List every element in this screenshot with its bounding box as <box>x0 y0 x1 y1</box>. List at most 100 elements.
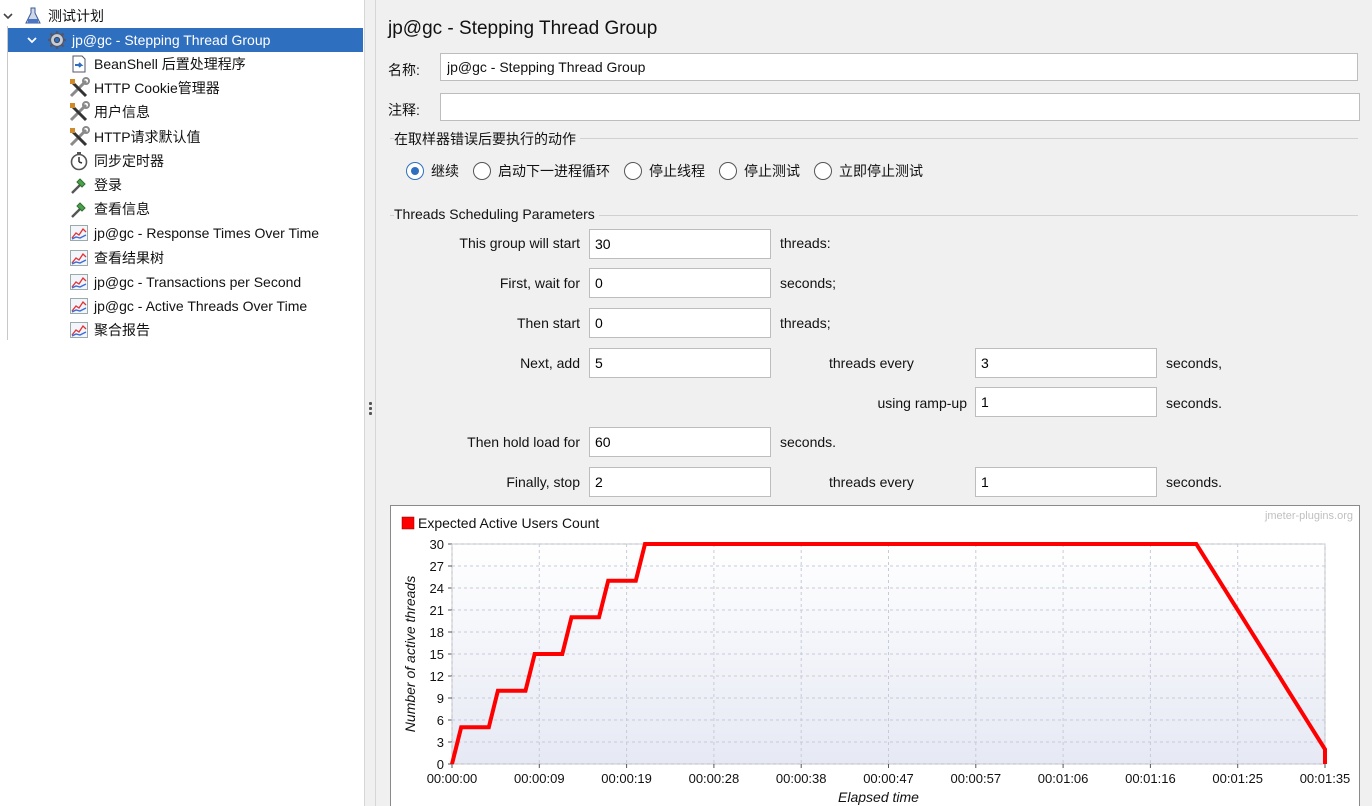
comment-field[interactable] <box>440 93 1360 121</box>
radio-start-next-loop[interactable]: 启动下一进程循环 <box>473 161 610 181</box>
hold-load-field[interactable] <box>589 427 771 457</box>
wrench-icon <box>68 125 90 148</box>
chevron-down-icon[interactable] <box>0 8 16 24</box>
x-tick-label: 00:01:06 <box>1038 771 1089 786</box>
tree-node-label: BeanShell 后置处理程序 <box>94 56 246 72</box>
y-tick-label: 21 <box>430 603 444 618</box>
name-field[interactable] <box>440 53 1358 81</box>
chevron-down-icon[interactable] <box>24 32 40 48</box>
tree-node-stepping-thread-group[interactable]: jp@gc - Stepping Thread Group <box>8 28 363 52</box>
radio-icon[interactable] <box>719 162 737 180</box>
tree-node-label: HTTP请求默认值 <box>94 128 201 145</box>
tree-node-test-plan[interactable]: 测试计划 <box>0 4 364 28</box>
next-add-field[interactable] <box>589 348 771 378</box>
tree-node-label: 同步定时器 <box>94 152 164 169</box>
then-start-unit: threads; <box>780 315 831 331</box>
then-start-field[interactable] <box>589 308 771 338</box>
radio-stop-thread[interactable]: 停止线程 <box>624 161 705 181</box>
tree-node[interactable]: 登录 <box>68 173 358 197</box>
y-tick-label: 24 <box>430 581 444 596</box>
wrench-icon <box>68 101 90 123</box>
wrench-icon <box>68 77 90 99</box>
radio-icon[interactable] <box>624 162 642 180</box>
timer-icon <box>68 150 90 172</box>
tree-node[interactable]: 用户信息 <box>68 100 358 124</box>
start-threads-label: This group will start <box>459 235 580 251</box>
x-tick-label: 00:00:47 <box>863 771 914 786</box>
script-icon <box>68 53 90 75</box>
tree-node[interactable]: BeanShell 后置处理程序 <box>68 52 358 76</box>
panel-title: jp@gc - Stepping Thread Group <box>388 18 658 39</box>
ramp-up-field[interactable] <box>975 387 1157 417</box>
y-tick-label: 12 <box>430 669 444 684</box>
chart-canvas: Expected Active Users Count jmeter-plugin… <box>401 510 1353 805</box>
legend-label: Expected Active Users Count <box>418 515 599 531</box>
next-add-every-field[interactable] <box>975 348 1157 378</box>
y-tick-label: 27 <box>430 559 444 574</box>
tree-node-label: 查看信息 <box>94 201 150 218</box>
tree-node[interactable]: 查看结果树 <box>68 246 358 270</box>
gear-icon <box>46 29 68 51</box>
radio-icon[interactable] <box>814 162 832 180</box>
stop-unit: seconds. <box>1166 474 1223 490</box>
tree-guide-line <box>7 26 8 340</box>
tree-node-label: jp@gc - Stepping Thread Group <box>72 32 271 48</box>
graph-icon <box>68 247 90 269</box>
tree-node[interactable]: 聚合报告 <box>68 318 358 342</box>
tree-node[interactable]: jp@gc - Response Times Over Time <box>68 221 358 245</box>
y-axis-title: Number of active threads <box>402 576 418 732</box>
tree-node-label: jp@gc - Response Times Over Time <box>94 225 320 242</box>
radio-label: 停止测试 <box>744 163 800 179</box>
tree-node[interactable]: jp@gc - Transactions per Second <box>68 270 358 294</box>
split-pane-divider[interactable] <box>364 0 376 806</box>
ramp-up-unit: seconds. <box>1166 395 1223 411</box>
stop-every-field[interactable] <box>975 467 1157 497</box>
thread-group-panel: jp@gc - Stepping Thread Group 名称: 注释: 在取… <box>376 0 1372 806</box>
y-tick-label: 6 <box>437 713 444 728</box>
stop-threads-field[interactable] <box>589 467 771 497</box>
radio-label: 启动下一进程循环 <box>498 163 610 179</box>
tree-node[interactable]: 查看信息 <box>68 197 358 221</box>
x-tick-label: 00:01:35 <box>1300 771 1351 786</box>
tree-node-label: jp@gc - Active Threads Over Time <box>94 298 308 314</box>
tree-node-label: 登录 <box>94 177 122 193</box>
tree-node-label: 测试计划 <box>48 8 104 24</box>
radio-stop-test[interactable]: 停止测试 <box>719 161 800 181</box>
tree-node[interactable]: 同步定时器 <box>68 149 358 173</box>
graph-icon <box>68 319 90 341</box>
comment-label: 注释: <box>388 102 420 118</box>
tree-node-label: 查看结果树 <box>94 249 164 266</box>
x-tick-label: 00:00:28 <box>689 771 740 786</box>
test-plan-tree: 测试计划 jp@gc - Stepping Thread Group BeanS… <box>0 0 364 806</box>
tree-node-label: 聚合报告 <box>94 322 150 339</box>
y-tick-label: 3 <box>437 735 444 750</box>
tree-node-label: 用户信息 <box>94 104 150 121</box>
hold-load-unit: seconds. <box>780 434 837 450</box>
drag-handle-icon[interactable] <box>369 402 372 417</box>
sampler-icon <box>68 174 90 196</box>
graph-icon <box>68 271 90 293</box>
tree-node[interactable]: jp@gc - Active Threads Over Time <box>68 294 358 318</box>
legend-swatch <box>401 516 415 530</box>
tree-node[interactable]: HTTP请求默认值 <box>68 125 358 149</box>
radio-icon[interactable] <box>473 162 491 180</box>
then-start-label: Then start <box>516 315 580 331</box>
expected-users-chart: Expected Active Users Count jmeter-plugin… <box>390 505 1360 806</box>
tree-node[interactable]: HTTP Cookie管理器 <box>68 76 358 100</box>
test-plan-icon <box>22 5 44 27</box>
initial-delay-field[interactable] <box>589 268 771 298</box>
start-threads-field[interactable] <box>589 229 771 259</box>
x-tick-label: 00:00:19 <box>601 771 652 786</box>
radio-stop-test-now[interactable]: 立即停止测试 <box>814 161 923 181</box>
x-tick-label: 00:01:16 <box>1125 771 1176 786</box>
tree-node-label: HTTP Cookie管理器 <box>94 80 220 97</box>
name-label: 名称: <box>388 62 420 78</box>
error-action-radio-group: 继续 启动下一进程循环 停止线程 停止测试 立即停止测试 <box>406 160 937 182</box>
radio-selected-icon[interactable] <box>406 162 424 180</box>
next-add-every-label: threads every <box>829 355 914 371</box>
radio-continue[interactable]: 继续 <box>406 161 459 181</box>
error-action-group-title: 在取样器错误后要执行的动作 <box>394 129 580 149</box>
initial-delay-label: First, wait for <box>499 275 580 291</box>
y-tick-label: 9 <box>437 691 444 706</box>
y-tick-label: 18 <box>430 625 444 640</box>
